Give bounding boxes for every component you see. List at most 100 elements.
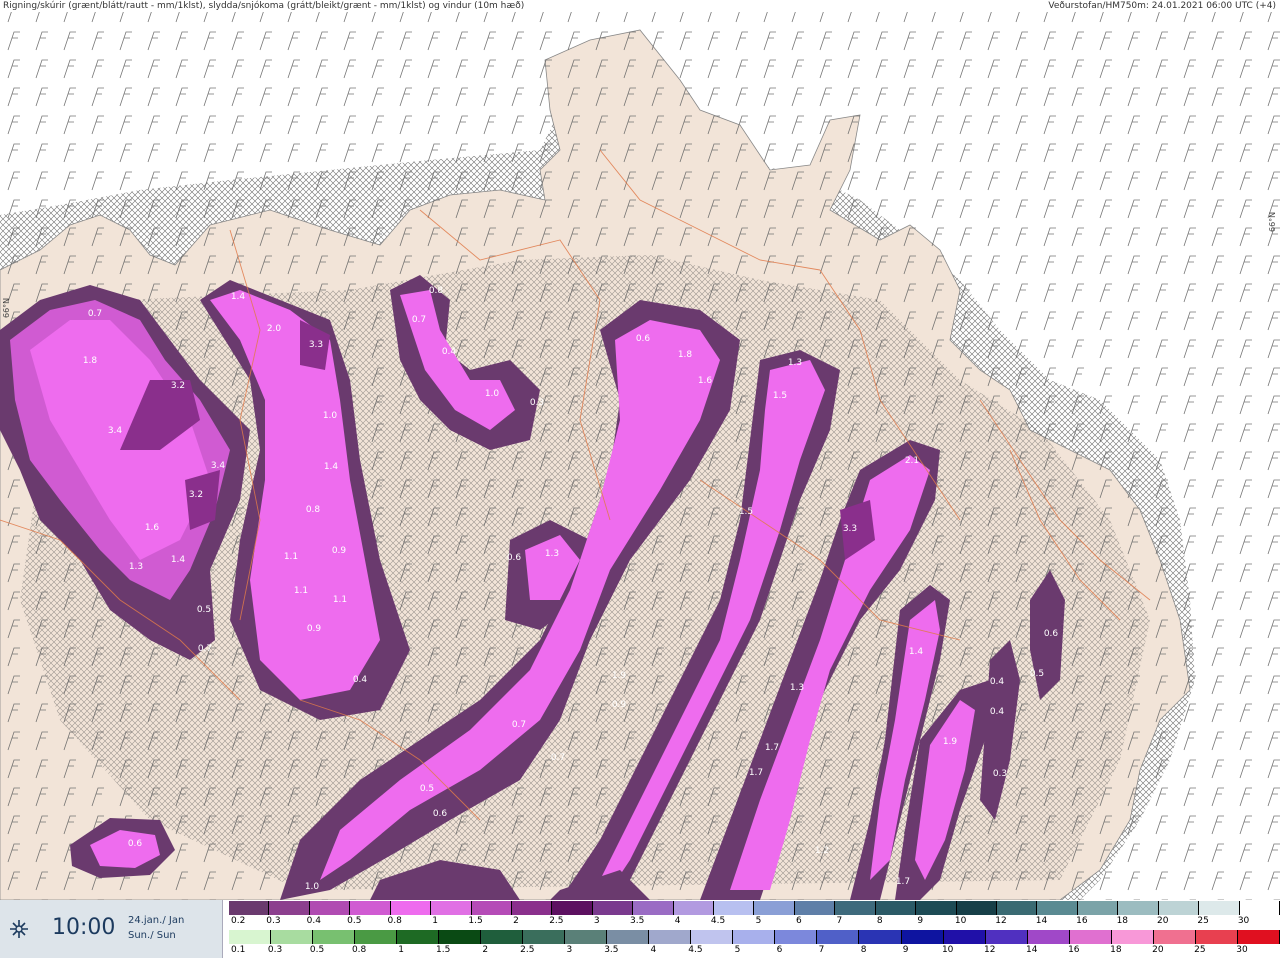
contour-value-label: 1.6 — [698, 376, 713, 386]
contour-value-label: 0.5 — [420, 784, 434, 794]
legend-label: 10 — [941, 945, 954, 955]
weather-map[interactable]: 0.7 1.8 3.2 3.4 3.4 3.2 1.6 1.3 1.4 0.5 0.7 1.4 2.0 3… — [0, 0, 1280, 958]
legend-label: 0.4 — [306, 916, 322, 926]
legend-swatch — [835, 901, 876, 915]
legend-label: 5 — [734, 945, 741, 955]
legend-rain-scale — [229, 930, 1280, 944]
legend-label: 4 — [674, 916, 681, 926]
animation-toggle-icon[interactable] — [8, 918, 30, 940]
contour-value-label: 0.7 — [198, 644, 212, 654]
contour-value-label: 1.1 — [294, 586, 308, 596]
contour-value-label: 1.8 — [83, 356, 98, 366]
legend-label: 0.5 — [309, 945, 325, 955]
legend-swatch — [552, 901, 593, 915]
legend-swatch — [1037, 901, 1078, 915]
legend-swatch — [817, 930, 860, 944]
legend-label: 3 — [566, 945, 573, 955]
contour-value-label: 1.6 — [145, 523, 160, 533]
contour-value-label: 3.3 — [843, 524, 857, 534]
contour-value-label: 0.7 — [412, 315, 426, 325]
contour-value-label: 1.7 — [765, 743, 779, 753]
legend-swatch — [673, 901, 715, 915]
contour-value-label: 0.9 — [332, 546, 347, 556]
contour-value-label: 0.4 — [353, 675, 368, 685]
legend-swatch — [511, 901, 553, 915]
legend-label: 8 — [876, 916, 883, 926]
legend-label: 20 — [1152, 945, 1164, 955]
latitude-label-east: 66°N — [1268, 211, 1277, 232]
legend-label: 0.8 — [351, 945, 367, 955]
contour-value-label: 3.2 — [171, 381, 185, 391]
contour-value-label: 0.9 — [612, 700, 627, 710]
legend-label: 0.1 — [231, 945, 246, 955]
contour-value-label: 0.8 — [306, 505, 321, 515]
legend-label: 3 — [593, 916, 600, 926]
legend-swatch — [309, 901, 351, 915]
legend-swatch — [592, 901, 634, 915]
legend-rain-labels: 0.1 0.3 0.5 0.8 1 1.5 2 2.5 3 3.5 4 4.5 5 6 7 8 9 10 12 14 1… — [229, 945, 1280, 957]
model-timestamp: Veðurstofan/HM750m: 24.01.2021 06:00 UTC… — [1048, 1, 1276, 11]
legend-label: 14 — [1035, 916, 1048, 926]
contour-value-label: 0.6 — [636, 334, 651, 344]
legend-label: 14 — [1026, 945, 1038, 955]
legend-swatch — [1199, 901, 1240, 915]
legend-swatch — [229, 901, 270, 915]
legend-swatch — [714, 901, 755, 915]
contour-value-label: 3.4 — [108, 426, 123, 436]
legend-label: 2.5 — [549, 916, 564, 926]
contour-value-label: 1.7 — [749, 768, 763, 778]
legend-label: 6 — [796, 916, 802, 926]
legend-label: 1.5 — [468, 916, 483, 926]
legend-label: 4 — [650, 945, 657, 955]
latitude-label-west: 66°N — [2, 297, 11, 318]
contour-value-label: 2.1 — [905, 456, 919, 466]
legend-swatch — [397, 930, 440, 944]
contour-value-label: 0.7 — [512, 720, 526, 730]
legend-label: 6 — [776, 945, 783, 955]
legend-swatch — [691, 930, 734, 944]
legend-label: 8 — [860, 945, 867, 955]
legend-swatch — [985, 930, 1028, 944]
legend-swatch — [1237, 930, 1280, 944]
legend-swatch — [471, 901, 512, 915]
forecast-time: 10:00 — [52, 915, 116, 940]
contour-value-label: 1.1 — [284, 552, 298, 562]
legend-label: 0.8 — [387, 916, 402, 926]
contour-value-label: 1.3 — [129, 562, 143, 572]
contour-value-label: 0.5 — [1030, 669, 1044, 679]
contour-value-label: 1.4 — [324, 462, 339, 472]
legend-swatch — [1158, 901, 1200, 915]
legend-swatch — [1118, 901, 1159, 915]
contour-value-label: 1.3 — [545, 549, 559, 559]
legend-label: 2 — [482, 945, 489, 955]
time-panel[interactable]: 10:00 24.jan./ Jan Sun./ Sun — [0, 900, 223, 958]
contour-value-label: 1.3 — [788, 358, 802, 368]
legend-swatch — [1239, 901, 1280, 915]
legend-swatch — [313, 930, 356, 944]
legend-snow-labels: 0.2 0.3 0.4 0.5 0.8 1 1.5 2 2.5 3 3.5 4 4.5 5 6 7 8 9 10 12… — [229, 916, 1280, 928]
footer: 10:00 24.jan./ Jan Sun./ Sun 0.2 0.3 0.4 0.… — [0, 900, 1280, 958]
contour-value-label: 1.5 — [773, 391, 787, 401]
contour-value-label: 1.5 — [739, 507, 753, 517]
legend-label: 10 — [954, 916, 967, 926]
contour-value-label: 0.6 — [507, 553, 522, 563]
legend-label: 1 — [432, 916, 438, 926]
legend-swatch — [956, 901, 998, 915]
legend-label: 12 — [995, 916, 1007, 926]
contour-value-label: 0.5 — [197, 605, 211, 615]
legend-swatch — [775, 930, 818, 944]
legend-label: 12 — [983, 945, 996, 955]
contour-value-label: 3.3 — [309, 340, 323, 350]
legend-label: 7 — [818, 945, 825, 955]
legend-swatch — [565, 930, 608, 944]
legend-swatch — [1153, 930, 1196, 944]
contour-value-label: 0.7 — [551, 753, 565, 763]
contour-value-label: 0.9 — [307, 624, 322, 634]
forecast-date: 24.jan./ Jan — [128, 915, 185, 926]
contour-value-label: 1.0 — [485, 389, 500, 399]
contour-value-label: 0.6 — [128, 839, 143, 849]
legend-swatch — [943, 930, 986, 944]
map-description: Rigning/skúrir (grænt/blátt/rautt - mm/1… — [3, 1, 525, 11]
contour-value-label: 0.7 — [88, 309, 102, 319]
contour-value-label: 1.9 — [943, 737, 958, 747]
